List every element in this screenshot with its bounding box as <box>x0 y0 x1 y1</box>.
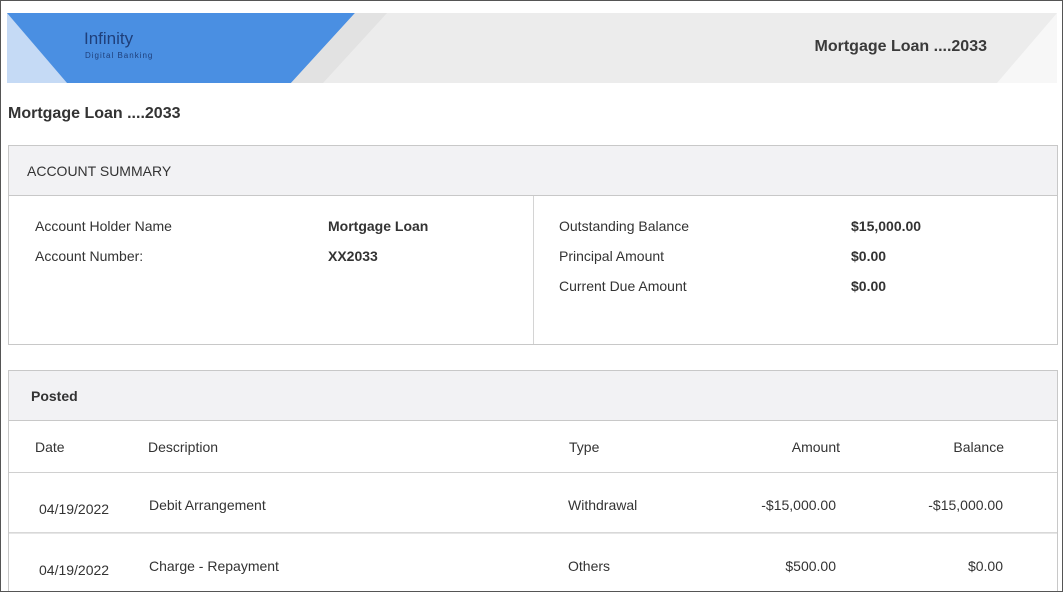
row-amount: -$15,000.00 <box>761 497 836 513</box>
row-balance: $0.00 <box>967 558 1003 574</box>
account-summary-body: Account Holder Name Mortgage Loan Accoun… <box>9 196 1057 344</box>
posted-transactions-panel: Posted Date Description Type Amount Bala… <box>8 370 1058 591</box>
row-description: Charge - Repayment <box>149 558 279 574</box>
principal-amount-label: Principal Amount <box>559 248 665 264</box>
row-type: Withdrawal <box>568 497 638 513</box>
account-summary-panel: ACCOUNT SUMMARY Account Holder Name Mort… <box>8 145 1058 345</box>
column-header-balance[interactable]: Balance <box>953 439 1004 455</box>
account-number-value: XX2033 <box>328 248 378 264</box>
column-header-description[interactable]: Description <box>148 439 218 455</box>
current-due-amount-label: Current Due Amount <box>559 278 687 294</box>
column-header-type[interactable]: Type <box>569 439 599 455</box>
banner-account-title: Mortgage Loan ....2033 <box>814 38 987 55</box>
outstanding-balance-label: Outstanding Balance <box>559 218 689 234</box>
row-date: 04/19/2022 <box>39 562 110 578</box>
current-due-amount-value: $0.00 <box>851 278 887 294</box>
row-amount: $500.00 <box>785 558 836 574</box>
row-date: 04/19/2022 <box>39 501 110 517</box>
page-frame: Infinity Digital Banking Mortgage Loan .… <box>0 0 1063 592</box>
column-header-date[interactable]: Date <box>35 439 65 455</box>
page-title: Mortgage Loan ....2033 <box>8 105 181 122</box>
header-banner: Infinity Digital Banking Mortgage Loan .… <box>7 13 1057 83</box>
account-holder-name-label: Account Holder Name <box>35 218 172 234</box>
brand-logo-tagline: Digital Banking <box>85 51 154 60</box>
banner-right-corner <box>997 13 1057 83</box>
brand-logo-name: Infinity <box>84 29 134 48</box>
account-number-label: Account Number: <box>35 248 144 264</box>
account-summary-heading: ACCOUNT SUMMARY <box>9 146 1057 196</box>
account-holder-name-value: Mortgage Loan <box>328 218 429 234</box>
posted-heading: Posted <box>9 371 1057 421</box>
table-row[interactable]: 04/19/2022 Charge - Repayment Others $50… <box>9 533 1057 591</box>
summary-divider <box>533 196 534 344</box>
outstanding-balance-value: $15,000.00 <box>851 218 922 234</box>
table-header-row: Date Description Type Amount Balance <box>9 421 1057 473</box>
principal-amount-value: $0.00 <box>851 248 887 264</box>
row-balance: -$15,000.00 <box>928 497 1003 513</box>
row-type: Others <box>568 558 611 574</box>
table-row[interactable]: 04/19/2022 Debit Arrangement Withdrawal … <box>9 473 1057 533</box>
row-description: Debit Arrangement <box>149 497 266 513</box>
column-header-amount[interactable]: Amount <box>792 439 840 455</box>
